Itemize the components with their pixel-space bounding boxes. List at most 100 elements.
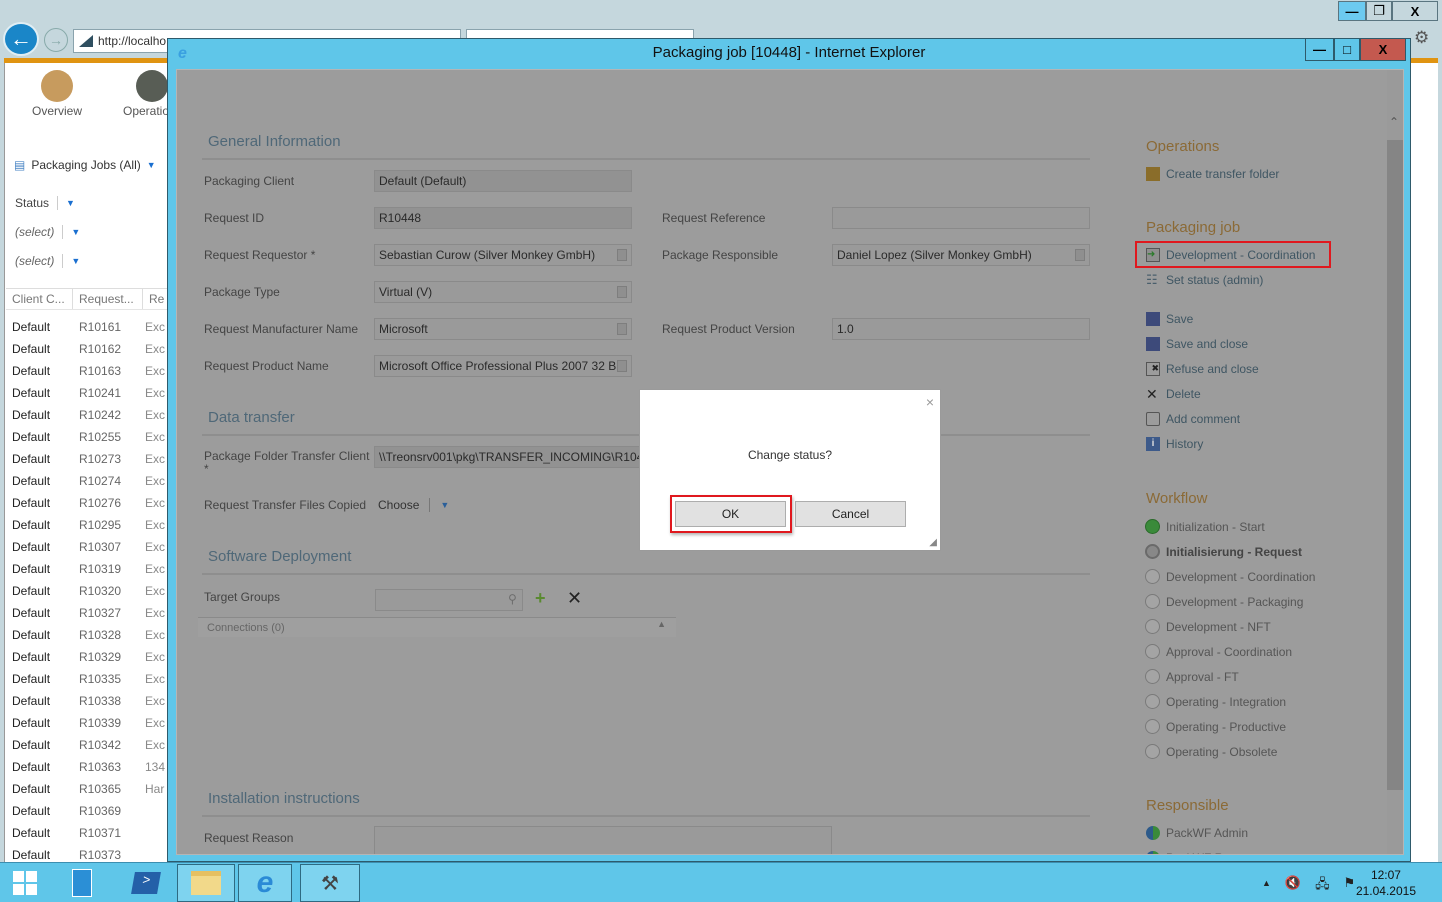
chevron-up-icon[interactable]: ▲ bbox=[657, 619, 666, 629]
manufacturer-field[interactable]: Microsoft bbox=[374, 318, 632, 340]
lookup-icon[interactable] bbox=[617, 323, 627, 335]
connections-panel[interactable]: Connections (0) ▲ bbox=[198, 617, 676, 637]
filter-status[interactable]: Status ▼ bbox=[15, 196, 75, 210]
column-re[interactable]: Re bbox=[143, 289, 169, 309]
dialog-close-icon[interactable]: × bbox=[926, 394, 934, 410]
filter-select-2[interactable]: (select) ▼ bbox=[15, 254, 80, 268]
search-icon[interactable]: ⚲ bbox=[508, 592, 517, 606]
network-icon[interactable]: 🖧 bbox=[1315, 875, 1330, 897]
grid-row[interactable]: Default R10319 Exc bbox=[12, 558, 169, 580]
delete-action[interactable]: ✕ Delete bbox=[1146, 387, 1201, 401]
grid-row[interactable]: Default R10339 Exc bbox=[12, 712, 169, 734]
column-client[interactable]: Client C... bbox=[6, 289, 73, 309]
responsible-item[interactable]: PackWF Admin bbox=[1146, 826, 1248, 840]
request-reference-field[interactable] bbox=[832, 207, 1090, 229]
window-minimize-button[interactable]: — bbox=[1305, 39, 1334, 61]
browser-restore-button[interactable]: ❐ bbox=[1366, 1, 1392, 21]
scroll-up-icon[interactable]: ⌃ bbox=[1389, 115, 1399, 129]
ok-button[interactable]: OK bbox=[675, 501, 786, 527]
lookup-icon[interactable] bbox=[617, 249, 627, 261]
package-responsible-field[interactable]: Daniel Lopez (Silver Monkey GmbH) bbox=[832, 244, 1090, 266]
lookup-icon[interactable] bbox=[617, 286, 627, 298]
check-circle-icon bbox=[1145, 519, 1160, 534]
grid-row[interactable]: Default R10161 Exc bbox=[12, 316, 169, 338]
grid-row[interactable]: Default R10363 134 bbox=[12, 756, 169, 778]
grid-row[interactable]: Default R10369 bbox=[12, 800, 169, 822]
grid-row[interactable]: Default R10329 Exc bbox=[12, 646, 169, 668]
save-and-close-action[interactable]: Save and close bbox=[1146, 337, 1248, 351]
set-status-action[interactable]: ☷ Set status (admin) bbox=[1146, 273, 1263, 288]
resize-grip-icon[interactable]: ◢ bbox=[929, 537, 937, 548]
forward-button[interactable]: → bbox=[44, 28, 68, 52]
column-request[interactable]: Request... bbox=[73, 289, 143, 309]
internet-explorer-button[interactable]: e bbox=[238, 864, 292, 902]
show-hidden-icons[interactable]: ▲ bbox=[1262, 875, 1271, 897]
volume-muted-icon[interactable]: 🔇 bbox=[1285, 875, 1301, 897]
grid-row[interactable]: Default R10241 Exc bbox=[12, 382, 169, 404]
grid-row[interactable]: Default R10273 Exc bbox=[12, 448, 169, 470]
history-action[interactable]: i History bbox=[1146, 437, 1203, 451]
back-button[interactable]: ← bbox=[3, 22, 39, 56]
tools-button[interactable]: ⚒ bbox=[300, 864, 360, 902]
grid-row[interactable]: Default R10328 Exc bbox=[12, 624, 169, 646]
grid-row[interactable]: Default R10320 Exc bbox=[12, 580, 169, 602]
gear-icon[interactable]: ⚙ bbox=[1414, 28, 1429, 48]
refuse-and-close-action[interactable]: ✖ Refuse and close bbox=[1146, 362, 1259, 376]
grid-cell: Default bbox=[12, 430, 51, 444]
create-transfer-folder-action[interactable]: Create transfer folder bbox=[1146, 167, 1279, 181]
product-version-field[interactable]: 1.0 bbox=[832, 318, 1090, 340]
files-copied-select[interactable]: Choose ▼ bbox=[378, 498, 449, 512]
grid-row[interactable]: Default R10335 Exc bbox=[12, 668, 169, 690]
grid-row[interactable]: Default R10338 Exc bbox=[12, 690, 169, 712]
grid-row[interactable]: Default R10365 Har bbox=[12, 778, 169, 800]
add-comment-action[interactable]: Add comment bbox=[1146, 412, 1240, 426]
grid-row[interactable]: Default R10163 Exc bbox=[12, 360, 169, 382]
filter-select-1[interactable]: (select) ▼ bbox=[15, 225, 80, 239]
flag-icon[interactable]: ⚑ bbox=[1344, 875, 1356, 897]
requestor-field[interactable]: Sebastian Curow (Silver Monkey GmbH) bbox=[374, 244, 632, 266]
grid-cell: Exc bbox=[145, 496, 165, 510]
cancel-button[interactable]: Cancel bbox=[795, 501, 906, 527]
powershell-button[interactable]: > bbox=[126, 864, 166, 902]
grid-row[interactable]: Default R10307 Exc bbox=[12, 536, 169, 558]
grid-row[interactable]: Default R10373 bbox=[12, 844, 169, 860]
remove-icon[interactable]: ✕ bbox=[567, 588, 582, 609]
workflow-step-label: Initialization - Start bbox=[1166, 519, 1265, 534]
grid-row[interactable]: Default R10342 Exc bbox=[12, 734, 169, 756]
clock[interactable]: 12:07 21.04.2015 bbox=[1356, 867, 1416, 899]
view-selector[interactable]: ▤ Packaging Jobs (All) ▼ bbox=[14, 158, 156, 172]
start-button[interactable] bbox=[8, 864, 42, 902]
development-coordination-action[interactable]: ➜ Development - Coordination bbox=[1146, 248, 1315, 262]
target-groups-search[interactable] bbox=[375, 589, 523, 611]
house-icon[interactable] bbox=[41, 70, 73, 102]
lookup-icon[interactable] bbox=[617, 360, 627, 372]
lookup-icon[interactable] bbox=[1075, 249, 1085, 261]
current-step-icon bbox=[1145, 544, 1160, 559]
server-manager-button[interactable] bbox=[62, 864, 102, 902]
request-reason-textarea[interactable] bbox=[374, 826, 832, 854]
add-icon[interactable]: + bbox=[535, 588, 546, 609]
responsible-item[interactable]: PackWF Requester bbox=[1146, 851, 1270, 854]
grid-cell: R10328 bbox=[79, 628, 122, 642]
window-maximize-button[interactable]: □ bbox=[1334, 39, 1360, 61]
grid-row[interactable]: Default R10295 Exc bbox=[12, 514, 169, 536]
grid-row[interactable]: Default R10255 Exc bbox=[12, 426, 169, 448]
window-close-button[interactable]: X bbox=[1360, 39, 1406, 61]
nav-operations[interactable]: Operatio bbox=[123, 104, 169, 118]
grid-row[interactable]: Default R10371 bbox=[12, 822, 169, 844]
save-action[interactable]: Save bbox=[1146, 312, 1193, 326]
grid-row[interactable]: Default R10162 Exc bbox=[12, 338, 169, 360]
scrollbar-thumb[interactable] bbox=[1387, 140, 1403, 790]
signpost-icon[interactable] bbox=[136, 70, 168, 102]
nav-overview[interactable]: Overview bbox=[32, 104, 82, 118]
package-type-field[interactable]: Virtual (V) bbox=[374, 281, 632, 303]
grid-row[interactable]: Default R10274 Exc bbox=[12, 470, 169, 492]
browser-minimize-button[interactable]: — bbox=[1338, 1, 1366, 21]
grid-row[interactable]: Default R10327 Exc bbox=[12, 602, 169, 624]
file-explorer-button[interactable] bbox=[177, 864, 235, 902]
product-name-field[interactable]: Microsoft Office Professional Plus 2007 … bbox=[374, 355, 632, 377]
browser-close-button[interactable]: X bbox=[1392, 1, 1438, 21]
grid-row[interactable]: Default R10276 Exc bbox=[12, 492, 169, 514]
grid-cell: R10295 bbox=[79, 518, 122, 532]
grid-row[interactable]: Default R10242 Exc bbox=[12, 404, 169, 426]
